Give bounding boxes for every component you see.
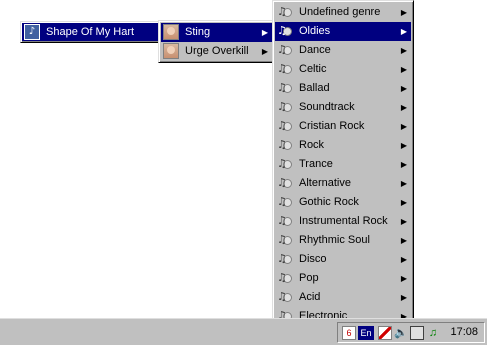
artist-item-label: Sting (185, 26, 211, 38)
artist-item-urge-overkill[interactable]: Urge Overkill ▶ (161, 42, 272, 61)
genre-item-label: Celtic (299, 63, 327, 75)
music-note-icon: ♫ (277, 61, 293, 77)
genre-item-label: Disco (299, 253, 327, 265)
music-note-icon: ♫ (277, 270, 293, 286)
blocked-icon[interactable] (378, 326, 392, 340)
music-note-icon: ♫ (277, 232, 293, 248)
system-tray: 6 En 🔈 ♫ 17:08 (337, 322, 485, 343)
genre-item-label: Oldies (299, 25, 331, 37)
submenu-arrow-icon: ▶ (400, 236, 407, 245)
music-note-icon: ♫ (277, 42, 293, 58)
taskbar: 6 En 🔈 ♫ 17:08 (0, 318, 487, 345)
music-note-icon: ♫ (277, 175, 293, 191)
song-menu: ♪ Shape Of My Hart (20, 21, 160, 43)
genre-item-label: Acid (299, 291, 321, 303)
submenu-arrow-icon: ▶ (400, 8, 407, 17)
song-item-label: Shape Of My Hart (46, 26, 135, 38)
volume-icon[interactable]: 🔈 (394, 326, 408, 340)
submenu-arrow-icon: ▶ (400, 84, 407, 93)
genre-item-label: Gothic Rock (299, 196, 359, 208)
artist-avatar-icon (163, 24, 179, 40)
genre-item-instrumental-rock[interactable]: ♫ Instrumental Rock ▶ (275, 212, 411, 231)
music-note-icon: ♫ (277, 118, 293, 134)
genre-item-trance[interactable]: ♫ Trance ▶ (275, 155, 411, 174)
submenu-arrow-icon: ▶ (400, 293, 407, 302)
artist-item-label: Urge Overkill (185, 45, 249, 57)
music-note-icon: ♫ (277, 251, 293, 267)
genre-item-cristian-rock[interactable]: ♫ Cristian Rock ▶ (275, 117, 411, 136)
genre-item-disco[interactable]: ♫ Disco ▶ (275, 250, 411, 269)
genre-item-dance[interactable]: ♫ Dance ▶ (275, 41, 411, 60)
submenu-arrow-icon: ▶ (400, 274, 407, 283)
genre-item-label: Dance (299, 44, 331, 56)
submenu-arrow-icon: ▶ (400, 46, 407, 55)
genre-menu: ♫ Undefined genre ▶ ♫ Oldies ▶ ♫ Dance ▶… (272, 0, 414, 329)
genre-item-oldies[interactable]: ♫ Oldies ▶ (275, 22, 411, 41)
music-note-icon: ♫ (277, 194, 293, 210)
music-note-icon: ♫ (277, 4, 293, 20)
printer-icon[interactable] (410, 326, 424, 340)
genre-item-label: Cristian Rock (299, 120, 365, 132)
genre-item-label: Ballad (299, 82, 330, 94)
genre-item-label: Rhythmic Soul (299, 234, 370, 246)
language-indicator[interactable]: En (358, 326, 374, 340)
submenu-arrow-icon: ▶ (400, 217, 407, 226)
genre-item-celtic[interactable]: ♫ Celtic ▶ (275, 60, 411, 79)
genre-item-label: Pop (299, 272, 319, 284)
music-note-icon: ♫ (277, 156, 293, 172)
artist-item-sting[interactable]: Sting ▶ (161, 23, 272, 42)
genre-item-alternative[interactable]: ♫ Alternative ▶ (275, 174, 411, 193)
submenu-arrow-icon: ▶ (400, 103, 407, 112)
music-note-icon: ♫ (277, 213, 293, 229)
genre-item-label: Undefined genre (299, 6, 381, 18)
artist-menu: Sting ▶ Urge Overkill ▶ (158, 20, 275, 63)
genre-item-label: Rock (299, 139, 325, 151)
submenu-arrow-icon: ▶ (400, 122, 407, 131)
genre-item-rock[interactable]: ♫ Rock ▶ (275, 136, 411, 155)
genre-item-pop[interactable]: ♫ Pop ▶ (275, 269, 411, 288)
submenu-arrow-icon: ▶ (400, 255, 407, 264)
submenu-arrow-icon: ▶ (261, 47, 268, 56)
music-note-icon: ♫ (277, 99, 293, 115)
submenu-arrow-icon: ▶ (400, 65, 407, 74)
genre-item-acid[interactable]: ♫ Acid ▶ (275, 288, 411, 307)
genre-item-label: Soundtrack (299, 101, 355, 113)
submenu-arrow-icon: ▶ (400, 27, 407, 36)
genre-item-ballad[interactable]: ♫ Ballad ▶ (275, 79, 411, 98)
submenu-arrow-icon: ▶ (400, 141, 407, 150)
song-item-shape-of-my-hart[interactable]: ♪ Shape Of My Hart (22, 23, 158, 41)
genre-item-label: Alternative (299, 177, 351, 189)
clock[interactable]: 17:08 (450, 326, 478, 338)
app-tray-icon[interactable]: 6 (342, 326, 356, 340)
artist-avatar-icon (163, 43, 179, 59)
genre-item-soundtrack[interactable]: ♫ Soundtrack ▶ (275, 98, 411, 117)
submenu-arrow-icon: ▶ (400, 179, 407, 188)
genre-item-rhythmic-soul[interactable]: ♫ Rhythmic Soul ▶ (275, 231, 411, 250)
music-note-icon: ♫ (277, 23, 293, 39)
genre-item-label: Instrumental Rock (299, 215, 388, 227)
music-note-icon: ♫ (277, 80, 293, 96)
music-note-icon: ♫ (277, 137, 293, 153)
submenu-arrow-icon: ▶ (400, 198, 407, 207)
genre-item-gothic-rock[interactable]: ♫ Gothic Rock ▶ (275, 193, 411, 212)
genre-item-undefined-genre[interactable]: ♫ Undefined genre ▶ (275, 3, 411, 22)
genre-item-label: Trance (299, 158, 333, 170)
music-file-icon: ♪ (24, 24, 40, 40)
music-tray-icon[interactable]: ♫ (426, 326, 440, 340)
submenu-arrow-icon: ▶ (261, 28, 268, 37)
submenu-arrow-icon: ▶ (400, 160, 407, 169)
music-note-icon: ♫ (277, 289, 293, 305)
